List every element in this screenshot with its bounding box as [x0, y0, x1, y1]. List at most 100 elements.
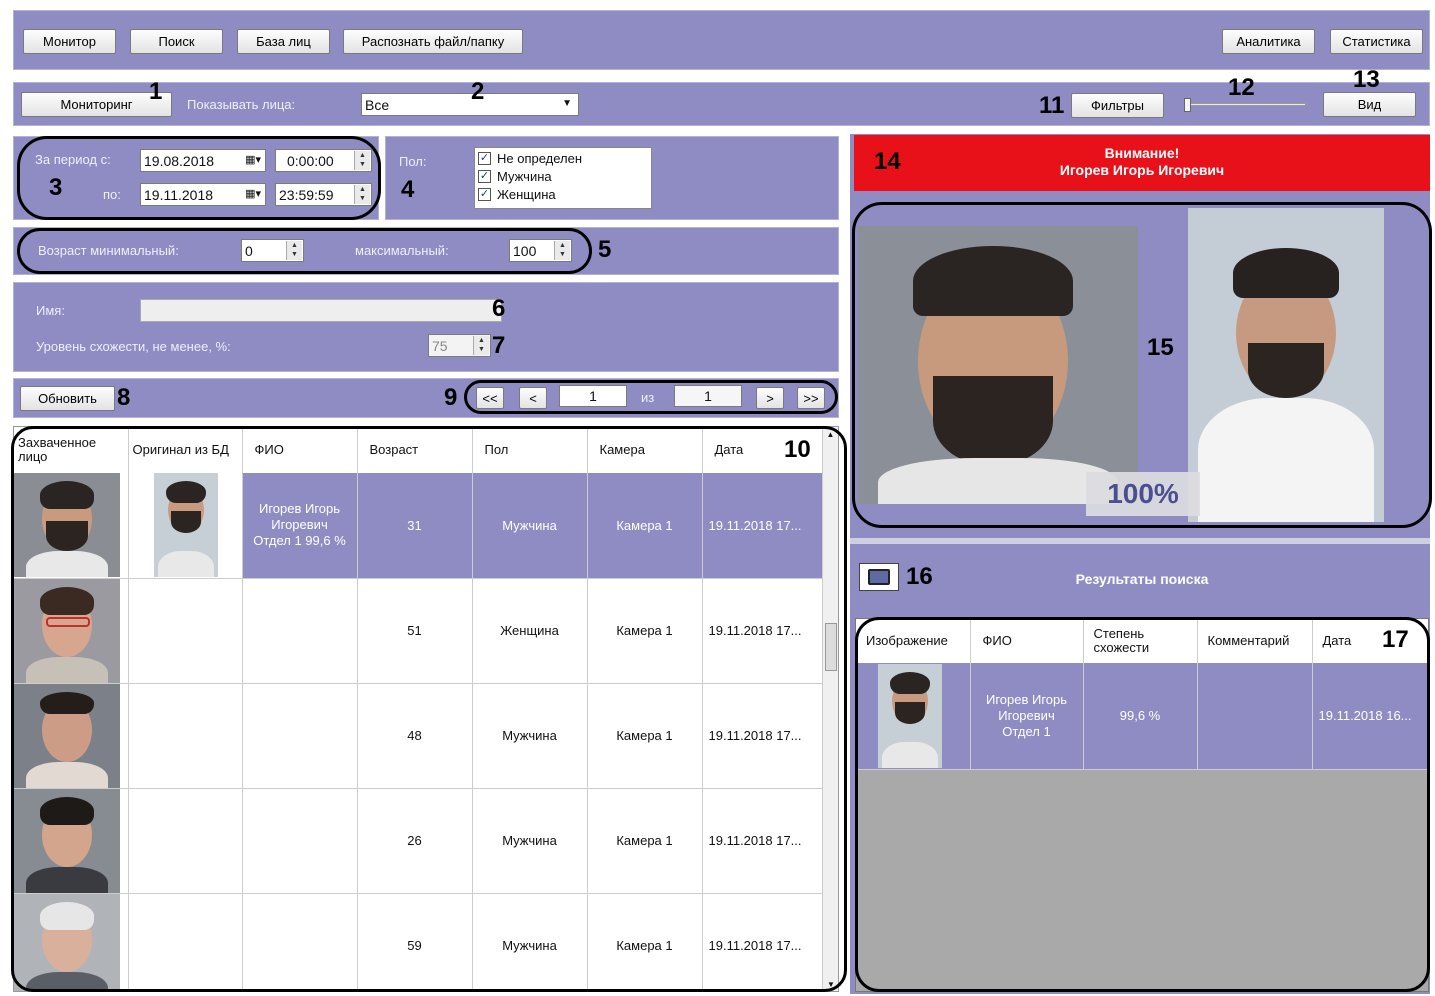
col-header-fio[interactable]: ФИО [970, 619, 1084, 663]
face-db-tab-button[interactable]: База лиц [237, 29, 330, 54]
panel-divider [850, 538, 1430, 544]
match-percent: 100% [1086, 472, 1200, 516]
gender-option-male[interactable]: ✓ Мужчина [478, 167, 648, 186]
show-faces-select[interactable]: Все ▼ [361, 93, 579, 116]
col-header-image[interactable]: Изображение [856, 619, 971, 663]
scroll-up-icon[interactable]: ▲ [823, 427, 838, 443]
scroll-thumb[interactable] [825, 623, 837, 671]
from-time-spinner[interactable]: ▲ ▼ [354, 151, 370, 170]
from-date-field[interactable]: 19.08.2018 ▦▾ [140, 149, 266, 172]
from-time-field[interactable]: 0:00:00 ▲ ▼ [275, 149, 372, 172]
search-results-title: Результаты поиска [1075, 571, 1209, 587]
callout-11: 11 [1039, 92, 1065, 119]
callout-10: 10 [784, 436, 811, 463]
name-label: Имя: [36, 303, 65, 318]
table-row[interactable]: Игорев Игорь Игоревич Отдел 1 99,6 % 19.… [856, 663, 1428, 770]
col-header-fio[interactable]: ФИО [242, 427, 358, 473]
slider-thumb[interactable] [1184, 98, 1191, 112]
name-field[interactable] [140, 299, 502, 322]
fio-cell: Игорев Игорь Игоревич Отдел 1 99,6 % [242, 473, 358, 579]
similarity-spinner[interactable]: ▲ ▼ [473, 336, 489, 355]
checkbox-checked-icon[interactable]: ✓ [478, 152, 491, 165]
search-results-table: Изображение ФИО Степень схожести Коммент… [856, 619, 1428, 770]
similarity-field[interactable]: 75 ▲ ▼ [428, 334, 491, 357]
monitor-tab-button[interactable]: Монитор [23, 29, 116, 54]
col-header-gender[interactable]: Пол [472, 427, 588, 473]
refresh-button[interactable]: Обновить [20, 386, 115, 411]
recognize-file-button[interactable]: Распознать файл/папку [343, 29, 523, 54]
match-area: 100% [854, 204, 1430, 526]
page-input[interactable]: 1 [559, 385, 627, 407]
face-image [14, 893, 120, 991]
age-min-field[interactable]: 0 ▲ ▼ [241, 239, 304, 262]
db-original-cell [128, 683, 243, 789]
gender-cell: Мужчина [472, 788, 588, 894]
captured-face-thumb [14, 473, 129, 579]
col-header-camera[interactable]: Камера [587, 427, 703, 473]
to-date-field[interactable]: 19.11.2018 ▦▾ [140, 183, 266, 206]
col-header-age[interactable]: Возраст [357, 427, 473, 473]
to-date-value: 19.11.2018 [144, 186, 214, 203]
mode-bar: Мониторинг Показывать лица: Все ▼ Фильтр… [13, 82, 1430, 126]
table-row[interactable]: 48 Мужчина Камера 1 19.11.2018 17... [14, 683, 823, 789]
age-max-field[interactable]: 100 ▲ ▼ [509, 239, 572, 262]
last-page-button[interactable]: >> [797, 387, 825, 409]
age-max-value: 100 [513, 242, 537, 259]
events-scrollbar[interactable]: ▲ ▼ [822, 427, 838, 991]
next-page-button[interactable]: > [756, 387, 784, 409]
checkbox-checked-icon[interactable]: ✓ [478, 188, 491, 201]
alert-person: Игорев Игорь Игоревич [1059, 162, 1225, 178]
to-time-field[interactable]: 23:59:59 ▲ ▼ [275, 183, 372, 206]
callout-6: 6 [492, 295, 506, 322]
callout-9: 9 [444, 384, 458, 411]
camera-cell: Камера 1 [587, 683, 703, 789]
col-header-similarity[interactable]: Степень схожести [1083, 619, 1198, 663]
table-row[interactable]: 26 Мужчина Камера 1 19.11.2018 17... [14, 788, 823, 894]
statistics-button[interactable]: Статистика [1330, 29, 1423, 54]
col-header-db-original[interactable]: Оригинал из БД [128, 427, 243, 473]
to-time-spinner[interactable]: ▲ ▼ [354, 185, 370, 204]
date-cell: 19.11.2018 17... [702, 683, 823, 789]
captured-face-large [858, 226, 1138, 504]
table-row[interactable]: 51 Женщина Камера 1 19.11.2018 17... [14, 578, 823, 684]
gender-option-female[interactable]: ✓ Женщина [478, 185, 648, 204]
table-row[interactable]: 59 Мужчина Камера 1 19.11.2018 17... [14, 893, 823, 991]
callout-14: 14 [874, 148, 901, 175]
analytics-button[interactable]: Аналитика [1222, 29, 1315, 54]
scroll-down-icon[interactable]: ▼ [823, 977, 838, 991]
gender-cell: Мужчина [472, 473, 588, 579]
callout-13: 13 [1353, 66, 1380, 93]
search-tab-button[interactable]: Поиск [130, 29, 223, 54]
age-max-spinner[interactable]: ▲ ▼ [554, 241, 570, 260]
date-cell: 19.11.2018 17... [702, 473, 823, 579]
col-header-captured-face[interactable]: Захваченное лицо [14, 427, 129, 473]
result-image-cell [856, 663, 971, 770]
db-original-cell [128, 893, 243, 991]
col-header-date[interactable]: Дата [1312, 619, 1428, 663]
checkbox-checked-icon[interactable]: ✓ [478, 170, 491, 183]
age-max-label: максимальный: [355, 243, 449, 258]
prev-page-button[interactable]: < [519, 387, 547, 409]
age-cell: 59 [357, 893, 473, 991]
db-original-cell [128, 578, 243, 684]
from-time-value: 0:00:00 [287, 152, 334, 169]
captured-face-thumb [14, 788, 129, 894]
fio-cell [242, 788, 358, 894]
fio-cell [242, 893, 358, 991]
search-results-table-container: Изображение ФИО Степень схожести Коммент… [855, 618, 1429, 992]
callout-2: 2 [471, 78, 485, 105]
gender-cell: Мужчина [472, 893, 588, 991]
camera-cell: Камера 1 [587, 893, 703, 991]
callout-17: 17 [1382, 626, 1409, 653]
filters-button[interactable]: Фильтры [1071, 93, 1164, 118]
result-fio-cell: Игорев Игорь Игоревич Отдел 1 [970, 663, 1084, 770]
right-panel: Внимание! Игорев Игорь Игоревич 100% Рез… [850, 134, 1430, 994]
col-header-comment[interactable]: Комментарий [1197, 619, 1313, 663]
first-page-button[interactable]: << [476, 387, 504, 409]
gender-option-undefined[interactable]: ✓ Не определен [478, 149, 648, 168]
age-cell: 51 [357, 578, 473, 684]
view-button[interactable]: Вид [1323, 92, 1416, 117]
age-min-spinner[interactable]: ▲ ▼ [286, 241, 302, 260]
callout-5: 5 [598, 236, 612, 263]
table-row[interactable]: Игорев Игорь Игоревич Отдел 1 99,6 % 31 … [14, 473, 823, 579]
